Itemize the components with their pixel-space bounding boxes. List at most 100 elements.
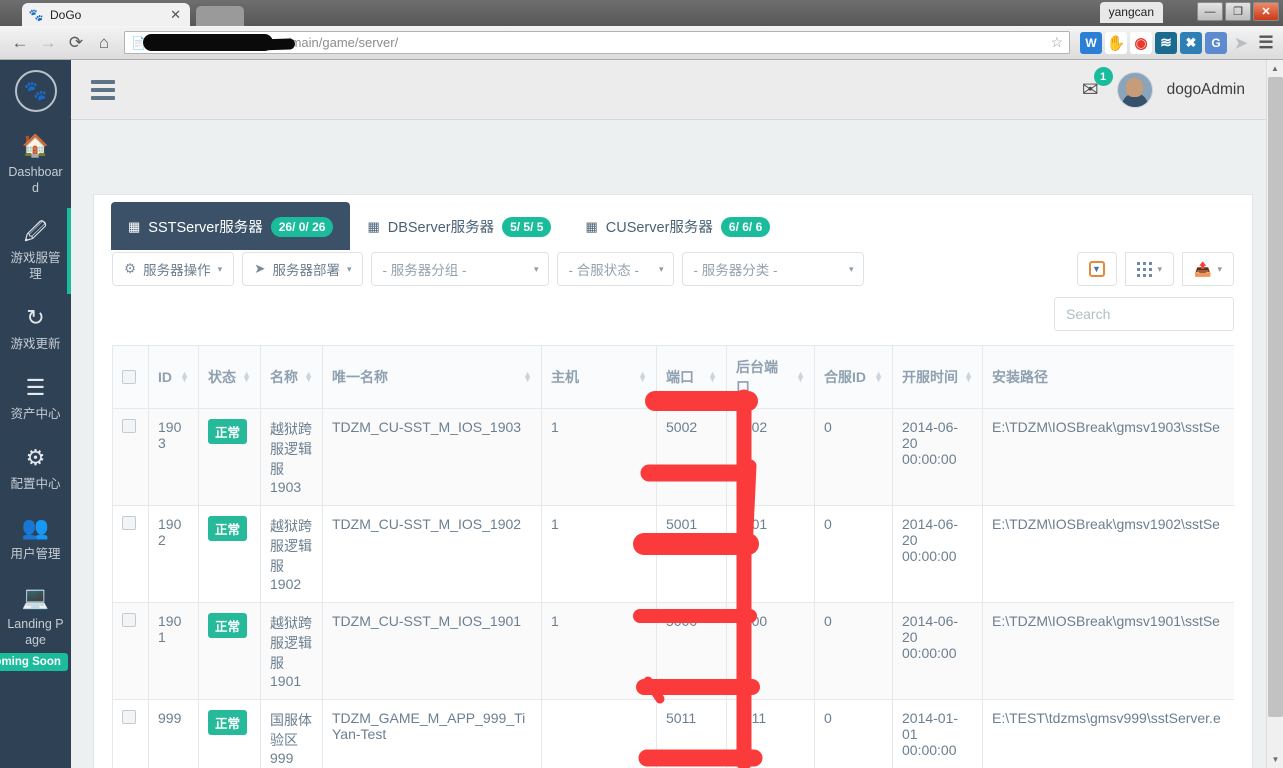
row-checkbox[interactable] [122, 516, 136, 530]
server-deploy-button[interactable]: ➤ 服务器部署 ▾ [242, 252, 364, 286]
row-select-cell [112, 505, 149, 603]
column-header-open-time[interactable]: 开服时间 ▲ ▼ [892, 345, 983, 409]
sidebar-item-game-update[interactable]: ↻ 游戏更新 [0, 294, 71, 364]
extension-icons: W ✋ ◉ ≋ ✖ G ➤ ☰ [1076, 31, 1277, 54]
export-button[interactable]: 📤 ▾ [1182, 252, 1234, 286]
new-tab-button[interactable] [196, 6, 244, 26]
avatar[interactable] [1116, 71, 1153, 108]
column-header-name[interactable]: 名称 ▲ ▼ [260, 345, 323, 409]
sidebar-item-game-server-management[interactable]: 🖉 游戏服管理 [0, 208, 71, 294]
sidebar-item-asset-center[interactable]: ☰ 资产中心 [0, 364, 71, 434]
tab-cuserver[interactable]: ▦ CUServer服务器 6/ 6/ 6 [568, 202, 787, 250]
reload-icon[interactable]: ⟳ [62, 30, 90, 56]
sort-arrows-icon[interactable]: ▲ ▼ [964, 370, 973, 384]
search-input[interactable] [1054, 297, 1234, 331]
grid-icon: ▦ [367, 218, 380, 234]
tab-sstserver[interactable]: ▦ SSTServer服务器 26/ 0/ 26 [111, 202, 351, 250]
scrollbar-thumb[interactable] [1268, 77, 1283, 717]
cell-merge-id: 0 [814, 505, 893, 603]
column-header-port[interactable]: 端口 ▲ ▼ [656, 345, 727, 409]
page-scrollbar[interactable]: ▲ ▼ [1266, 60, 1283, 768]
sort-arrows-icon[interactable]: ▲ ▼ [523, 370, 532, 384]
weibo-extension-icon[interactable]: ◉ [1130, 31, 1152, 54]
column-header-host[interactable]: 主机 ▲ ▼ [541, 345, 657, 409]
refresh-icon: ↻ [26, 305, 45, 330]
sort-arrows-icon[interactable]: ▲ ▼ [304, 370, 313, 384]
google-translate-extension-icon[interactable]: G [1205, 31, 1227, 54]
sidebar-item-label: 游戏服管理 [10, 251, 61, 281]
browser-profile-chip[interactable]: yangcan [1099, 2, 1163, 23]
table-row[interactable]: 1903 正常 越狱跨服逻辑服1903 TDZM_CU-SST_M_IOS_1903 1… [112, 408, 1234, 506]
table-row[interactable]: 1902 正常 越狱跨服逻辑服1902 TDZM_CU-SST_M_IOS_1902 1… [112, 505, 1234, 603]
bookmark-star-icon[interactable]: ☆ [1050, 34, 1063, 51]
window-close-button[interactable]: ✕ [1253, 2, 1279, 21]
scroll-up-arrow-icon[interactable]: ▲ [1267, 60, 1283, 77]
server-group-select[interactable]: - 服务器分组 - ▾ [371, 252, 550, 286]
w-extension-icon[interactable]: W [1080, 31, 1102, 54]
close-icon[interactable]: ✕ [167, 7, 184, 23]
stop-hand-extension-icon[interactable]: ✋ [1105, 31, 1127, 54]
server-category-select[interactable]: - 服务器分类 - ▾ [682, 252, 865, 286]
sidebar-item-label: 资产中心 [10, 407, 61, 421]
sidebar-item-user-management[interactable]: 👥 用户管理 [0, 504, 71, 574]
forward-icon[interactable]: → [34, 30, 62, 56]
sidebar-item-landing-page[interactable]: 💻 Landing Page Coming Soon [0, 574, 71, 683]
address-bar[interactable]: 📄 /main/game/server/ ☆ [124, 31, 1070, 54]
app-logo[interactable]: 🐾 [0, 60, 71, 122]
select-all-checkbox[interactable] [122, 370, 136, 384]
x-extension-icon[interactable]: ✖ [1180, 31, 1202, 54]
grid-icon: ▦ [128, 218, 141, 234]
cell-host [541, 699, 657, 768]
columns-visibility-button[interactable]: ▾ [1124, 252, 1175, 286]
sort-arrows-icon[interactable]: ▲ ▼ [874, 370, 883, 384]
server-operations-button[interactable]: ⚙ 服务器操作 ▾ [112, 252, 235, 286]
sort-arrows-icon[interactable]: ▲ ▼ [180, 370, 189, 384]
column-header-label: 安装路径 [992, 369, 1048, 385]
browser-tab[interactable]: 🐾 DoGo ✕ [22, 3, 190, 26]
browser-navbar: ← → ⟳ ⌂ 📄 /main/game/server/ ☆ W ✋ ◉ ≋ ✖… [0, 26, 1283, 60]
scroll-down-arrow-icon[interactable]: ▼ [1267, 751, 1283, 768]
messages-button[interactable]: ✉ 1 [1078, 67, 1113, 106]
cell-host: 1 [541, 602, 657, 700]
table-row[interactable]: 999 正常 国服体验区999 TDZM_GAME_M_APP_999_TiYan-T… [112, 699, 1234, 768]
window-restore-button[interactable]: ❐ [1225, 2, 1251, 21]
cell-open-time: 2014-06-20 00:00:00 [892, 505, 983, 603]
back-icon[interactable]: ← [6, 30, 34, 56]
column-header-label: 名称 [270, 369, 298, 385]
table-row[interactable]: 1901 正常 越狱跨服逻辑服1901 TDZM_CU-SST_M_IOS_1901 1… [112, 602, 1234, 700]
username-label[interactable]: dogoAdmin [1167, 81, 1245, 99]
home-icon[interactable]: ⌂ [90, 30, 118, 56]
chrome-menu-icon[interactable]: ☰ [1255, 32, 1277, 54]
column-header-admin-port[interactable]: 后台端口 ▲ ▼ [726, 345, 815, 409]
sidebar-item-config-center[interactable]: ⚙ 配置中心 [0, 434, 71, 504]
row-checkbox[interactable] [122, 710, 136, 724]
row-checkbox[interactable] [122, 419, 136, 433]
cell-host: 1 [541, 505, 657, 603]
merge-state-select[interactable]: - 合服状态 - ▾ [557, 252, 675, 286]
sort-arrows-icon[interactable]: ▲ ▼ [796, 370, 805, 384]
column-header-unique-name[interactable]: 唯一名称 ▲ ▼ [322, 345, 542, 409]
column-header-status[interactable]: 状态 ▲ ▼ [198, 345, 261, 409]
fullscreen-toggle-button[interactable]: ▼ [1076, 252, 1117, 286]
sort-arrows-icon[interactable]: ▲ ▼ [708, 370, 717, 384]
tab-dbserver[interactable]: ▦ DBServer服务器 5/ 5/ 5 [350, 202, 568, 250]
hamburger-icon[interactable] [91, 76, 115, 104]
paw-logo-icon: 🐾 [14, 70, 57, 112]
sidebar-item-label: Dashboard [8, 165, 63, 195]
window-minimize-button[interactable]: — [1197, 2, 1223, 21]
column-header-merge-id[interactable]: 合服ID ▲ ▼ [814, 345, 893, 409]
cell-admin-port: 6002 [726, 408, 815, 506]
cursor-extension-icon[interactable]: ➤ [1230, 32, 1252, 54]
column-header-id[interactable]: ID ▲ ▼ [148, 345, 199, 409]
sidebar-item-label: 用户管理 [10, 547, 61, 561]
sidebar-item-dashboard[interactable]: 🏠 Dashboard [0, 122, 71, 208]
cell-unique-name: TDZM_CU-SST_M_IOS_1901 [322, 602, 542, 700]
row-checkbox[interactable] [122, 613, 136, 627]
content-area: ▦ SSTServer服务器 26/ 0/ 26 ▦ DBServer服务器 5… [71, 120, 1261, 768]
sort-arrows-icon[interactable]: ▲ ▼ [242, 370, 251, 384]
swirl-extension-icon[interactable]: ≋ [1155, 31, 1177, 54]
sort-arrows-icon[interactable]: ▲ ▼ [638, 370, 647, 384]
gear-icon: ⚙ [124, 261, 137, 276]
cell-name: 越狱跨服逻辑服1901 [260, 602, 323, 700]
cell-status: 正常 [198, 408, 261, 506]
